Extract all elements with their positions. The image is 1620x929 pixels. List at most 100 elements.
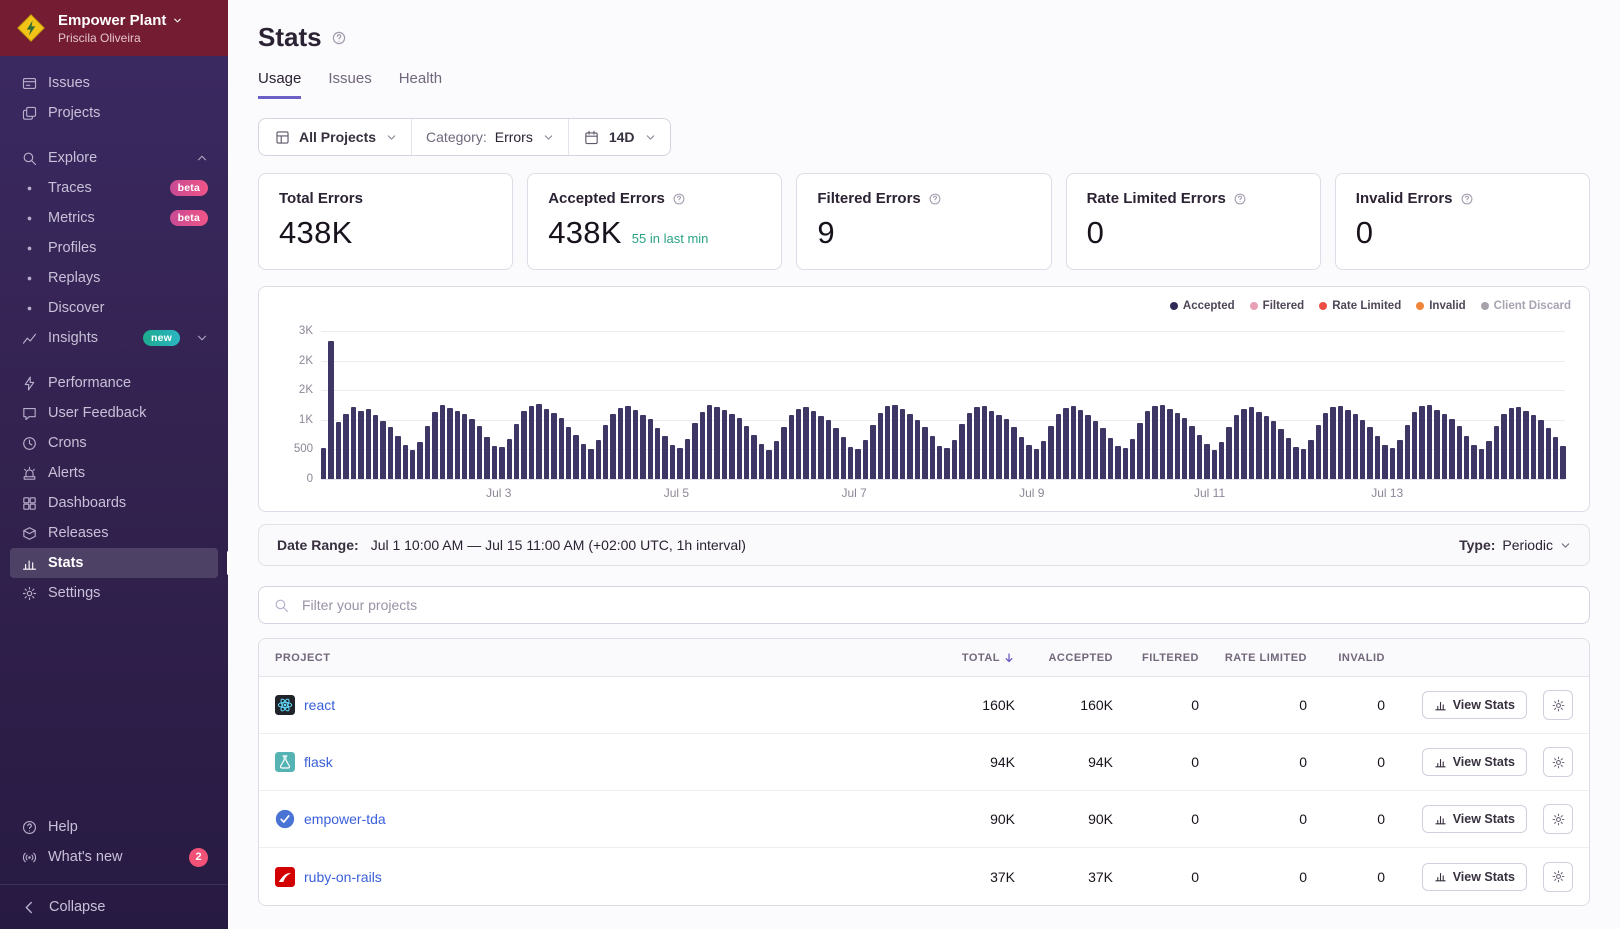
y-axis-tick: 1K bbox=[275, 414, 313, 426]
chart-bar bbox=[1471, 445, 1476, 479]
sidebar-item-stats[interactable]: Stats bbox=[10, 548, 218, 578]
card-title: Accepted Errors bbox=[548, 190, 665, 207]
chart-bar bbox=[343, 414, 348, 479]
chart-bar bbox=[1204, 444, 1209, 479]
sidebar-item-releases[interactable]: Releases bbox=[10, 518, 218, 548]
sidebar-item-metrics[interactable]: Metricsbeta bbox=[10, 203, 218, 233]
sidebar-item-replays[interactable]: Replays bbox=[10, 263, 218, 293]
col-rate-limited[interactable]: RATE LIMITED bbox=[1199, 652, 1307, 664]
col-accepted[interactable]: ACCEPTED bbox=[1015, 652, 1113, 664]
tab-usage[interactable]: Usage bbox=[258, 70, 301, 99]
col-invalid[interactable]: INVALID bbox=[1307, 652, 1385, 664]
view-stats-button[interactable]: View Stats bbox=[1422, 863, 1527, 891]
page-title: Stats bbox=[258, 22, 322, 53]
date-range-value-text: Jul 1 10:00 AM — Jul 15 11:00 AM (+02:00… bbox=[371, 537, 746, 553]
chart-bar bbox=[655, 428, 660, 479]
project-settings-button[interactable] bbox=[1543, 690, 1573, 720]
sidebar-item-label: User Feedback bbox=[48, 405, 146, 421]
dot-icon bbox=[20, 299, 38, 317]
legend-filtered[interactable]: Filtered bbox=[1250, 300, 1305, 312]
chart-type-dropdown[interactable]: Type: Periodic bbox=[1459, 537, 1571, 553]
sidebar-item-crons[interactable]: Crons bbox=[10, 428, 218, 458]
chart-bar bbox=[1212, 450, 1217, 479]
chart-bar bbox=[818, 416, 823, 479]
sidebar-item-dashboards[interactable]: Dashboards bbox=[10, 488, 218, 518]
sidebar-item-settings[interactable]: Settings bbox=[10, 578, 218, 608]
category-filter-dropdown[interactable]: Category: Errors bbox=[412, 119, 569, 155]
chart-bar bbox=[855, 449, 860, 479]
sidebar-item-projects[interactable]: Projects bbox=[10, 98, 218, 128]
sidebar-item-issues[interactable]: Issues bbox=[10, 68, 218, 98]
date-range-dropdown[interactable]: 14D bbox=[569, 119, 670, 155]
chart-bar bbox=[432, 412, 437, 479]
chart-bar bbox=[573, 435, 578, 479]
project-link[interactable]: flask bbox=[304, 754, 333, 770]
sidebar-item-performance[interactable]: Performance bbox=[10, 368, 218, 398]
legend-rate-limited[interactable]: Rate Limited bbox=[1319, 300, 1401, 312]
legend-client-discard[interactable]: Client Discard bbox=[1481, 300, 1571, 312]
stat-card-rate-limited-errors: Rate Limited Errors0 bbox=[1066, 173, 1321, 270]
card-help-icon[interactable] bbox=[928, 192, 942, 206]
card-help-icon[interactable] bbox=[672, 192, 686, 206]
y-axis-tick: 2K bbox=[275, 355, 313, 367]
main-content: Stats Usage Issues Health All Projects Cat… bbox=[228, 0, 1620, 929]
cell-rate-limited: 0 bbox=[1199, 754, 1307, 770]
chart-bar bbox=[514, 424, 519, 479]
legend-invalid[interactable]: Invalid bbox=[1416, 300, 1465, 312]
chart-bar bbox=[1219, 442, 1224, 479]
card-help-icon[interactable] bbox=[1460, 192, 1474, 206]
page-help-icon[interactable] bbox=[331, 30, 347, 46]
view-stats-button[interactable]: View Stats bbox=[1422, 691, 1527, 719]
table-row-empower-tda: empower-tda90K90K000View Stats bbox=[259, 791, 1589, 848]
sidebar-item-explore[interactable]: Explore bbox=[10, 143, 218, 173]
sidebar-item-help[interactable]: Help bbox=[10, 812, 218, 842]
chart-bar bbox=[358, 411, 363, 479]
sidebar-item-whats-new[interactable]: What's new 2 bbox=[10, 842, 218, 872]
sidebar-item-discover[interactable]: Discover bbox=[10, 293, 218, 323]
view-stats-button[interactable]: View Stats bbox=[1422, 748, 1527, 776]
chart-bar bbox=[1338, 406, 1343, 479]
tab-issues[interactable]: Issues bbox=[328, 70, 371, 99]
sidebar-item-insights[interactable]: Insightsnew bbox=[10, 323, 218, 353]
view-stats-button[interactable]: View Stats bbox=[1422, 805, 1527, 833]
project-settings-button[interactable] bbox=[1543, 804, 1573, 834]
legend-accepted[interactable]: Accepted bbox=[1170, 300, 1235, 312]
col-filtered[interactable]: FILTERED bbox=[1113, 652, 1199, 664]
chart-bar bbox=[967, 413, 972, 479]
tab-health[interactable]: Health bbox=[399, 70, 442, 99]
org-switcher[interactable]: Empower Plant Priscila Oliveira bbox=[0, 0, 228, 56]
col-project[interactable]: PROJECT bbox=[275, 652, 923, 664]
date-range-label: Date Range: bbox=[277, 537, 359, 553]
cell-invalid: 0 bbox=[1307, 697, 1385, 713]
card-help-icon[interactable] bbox=[1233, 192, 1247, 206]
chart-bar bbox=[536, 404, 541, 479]
chart-bar bbox=[1486, 441, 1491, 479]
sidebar-item-traces[interactable]: Tracesbeta bbox=[10, 173, 218, 203]
project-link[interactable]: ruby-on-rails bbox=[304, 869, 382, 885]
table-row-flask: flask94K94K000View Stats bbox=[259, 734, 1589, 791]
sidebar-item-profiles[interactable]: Profiles bbox=[10, 233, 218, 263]
project-filter-dropdown[interactable]: All Projects bbox=[259, 119, 412, 155]
chart-bar bbox=[803, 407, 808, 479]
chart-bar bbox=[559, 418, 564, 479]
col-total[interactable]: TOTAL bbox=[923, 652, 1015, 664]
sidebar-item-label: What's new bbox=[48, 849, 123, 865]
chart-bar bbox=[1063, 408, 1068, 479]
sidebar-item-user-feedback[interactable]: User Feedback bbox=[10, 398, 218, 428]
table-body: react160K160K000View Statsflask94K94K000… bbox=[259, 677, 1589, 905]
project-settings-button[interactable] bbox=[1543, 747, 1573, 777]
chart-bar bbox=[996, 415, 1001, 479]
chart-bar bbox=[989, 411, 994, 479]
chart-bar bbox=[974, 407, 979, 479]
project-settings-button[interactable] bbox=[1543, 862, 1573, 892]
chart-bar bbox=[1167, 409, 1172, 479]
chevron-down-icon bbox=[196, 332, 208, 344]
sidebar-collapse-button[interactable]: Collapse bbox=[0, 884, 228, 929]
project-link[interactable]: empower-tda bbox=[304, 811, 386, 827]
beta-badge: beta bbox=[170, 180, 208, 196]
chart-bar bbox=[1316, 425, 1321, 479]
sidebar-item-alerts[interactable]: Alerts bbox=[10, 458, 218, 488]
card-title: Invalid Errors bbox=[1356, 190, 1453, 207]
project-link[interactable]: react bbox=[304, 697, 335, 713]
project-search-input[interactable] bbox=[300, 596, 1576, 614]
